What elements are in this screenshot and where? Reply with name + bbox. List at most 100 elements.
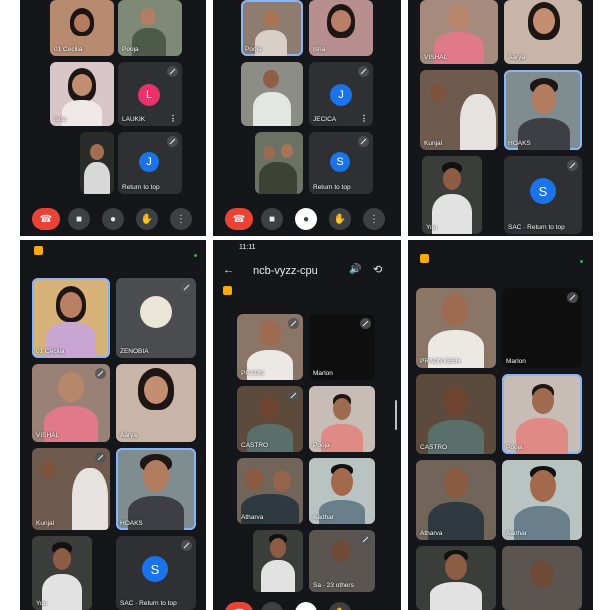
participant-tile[interactable]: Marlon xyxy=(502,288,582,368)
mic-off-icon xyxy=(288,318,299,329)
participant-tile[interactable]: HOAKS xyxy=(504,70,582,150)
participant-tile[interactable]: Aarya xyxy=(504,0,582,64)
more-options-icon: ⋮ xyxy=(369,213,379,225)
participant-tile[interactable]: Isha xyxy=(309,0,373,56)
avatar: J xyxy=(330,84,352,106)
meet-panel-bottom-right: PRADNYESH Marlon CASTRO Pooja Atharva Aa… xyxy=(408,240,593,610)
participant-tile[interactable]: VISHAL xyxy=(420,0,498,64)
return-to-top-link[interactable]: Return to top xyxy=(122,184,160,191)
return-to-top-link[interactable]: Return to top xyxy=(313,184,351,191)
participant-tile[interactable]: L LAUKIK ⋮ xyxy=(118,62,182,126)
participant-tile[interactable]: ZENOBIA xyxy=(116,278,196,358)
participant-name: SAC · Return to top xyxy=(508,224,565,231)
participant-tile[interactable]: Aadhar xyxy=(309,458,375,524)
mic-button[interactable]: ● xyxy=(295,208,317,230)
participant-tile[interactable]: PRADN xyxy=(237,314,303,380)
participant-name: Sa · 23 others xyxy=(313,582,354,589)
others-tile[interactable]: Sa · 23 others xyxy=(309,530,375,592)
participant-tile[interactable]: J JECICA ⋮ xyxy=(309,62,373,126)
participant-name: Marlon xyxy=(313,370,333,377)
participant-tile-self[interactable]: You xyxy=(32,536,92,610)
participant-name: CASTRO xyxy=(241,442,269,449)
mic-off-icon xyxy=(567,292,578,303)
mic-off-icon xyxy=(181,540,192,551)
chat-icon[interactable] xyxy=(223,286,232,295)
camera-icon: ■ xyxy=(268,213,276,225)
participant-tile[interactable]: Isha xyxy=(50,62,114,126)
participant-tile[interactable]: CASTRO xyxy=(416,374,496,454)
participant-name: Atharva xyxy=(420,530,443,537)
mic-off-icon xyxy=(358,136,369,147)
participant-tile[interactable]: 01 Cecilia xyxy=(50,0,114,56)
participant-tile[interactable]: 01 Cecilia xyxy=(32,278,110,358)
raise-hand-button[interactable]: ✋ xyxy=(329,602,351,610)
raise-hand-button[interactable]: ✋ xyxy=(329,208,351,230)
camera-button[interactable]: ■ xyxy=(261,208,283,230)
end-call-button[interactable]: ☎ xyxy=(225,208,253,230)
end-call-button[interactable]: ☎ xyxy=(225,602,253,610)
participant-tile[interactable]: Atharva xyxy=(237,458,303,524)
participant-tile-self[interactable] xyxy=(416,546,496,610)
others-count[interactable]: 23 others xyxy=(327,582,354,589)
participant-tile[interactable]: S SAC · Return to top xyxy=(504,156,582,234)
chat-icon[interactable] xyxy=(34,246,43,255)
participant-tile[interactable]: Pooja xyxy=(118,0,182,56)
volume-icon[interactable]: 🔊 xyxy=(349,264,361,275)
chat-icon[interactable] xyxy=(420,254,429,263)
return-to-top-link[interactable]: Return to top xyxy=(139,600,177,607)
participant-name: Pooja xyxy=(313,442,330,449)
mic-off-icon xyxy=(95,452,106,463)
participant-tile[interactable]: Pooja xyxy=(241,0,303,56)
mic-off-icon xyxy=(360,534,371,545)
participant-tile-self[interactable] xyxy=(255,132,303,194)
participant-tile-self[interactable] xyxy=(80,132,114,194)
camera-button[interactable]: ■ xyxy=(261,602,283,610)
avatar xyxy=(140,296,172,328)
participant-tile[interactable]: Aarya xyxy=(116,364,196,442)
status-dot xyxy=(194,254,197,257)
return-to-top-link[interactable]: Return to top xyxy=(527,224,565,231)
mic-button[interactable]: ● xyxy=(102,208,124,230)
more-options-icon[interactable]: ⋮ xyxy=(360,115,368,123)
mic-icon: ● xyxy=(109,213,117,225)
participant-tile[interactable]: J Return to top xyxy=(118,132,182,194)
participant-tile[interactable]: Aadhar xyxy=(502,460,582,540)
participant-tile[interactable] xyxy=(241,62,303,126)
participant-tile[interactable]: S Return to top xyxy=(309,132,373,194)
more-options-icon[interactable]: ⋮ xyxy=(169,115,177,123)
participant-name: Isha xyxy=(313,46,326,53)
camera-icon: ■ xyxy=(75,213,83,225)
more-options-button[interactable]: ⋮ xyxy=(363,208,385,230)
participant-tile[interactable]: CASTRO xyxy=(237,386,303,452)
participant-tile[interactable]: Kunjal xyxy=(420,70,498,150)
participant-tile[interactable]: Pooja xyxy=(502,374,582,454)
camera-button[interactable]: ■ xyxy=(68,208,90,230)
end-call-button[interactable]: ☎ xyxy=(32,208,60,230)
switch-camera-icon[interactable]: ⟲ xyxy=(373,263,382,276)
avatar: L xyxy=(138,84,160,106)
raise-hand-button[interactable]: ✋ xyxy=(136,208,158,230)
participant-tile[interactable]: VISHAL xyxy=(32,364,110,442)
participant-name: ZENOBIA xyxy=(120,348,149,355)
participant-tile[interactable]: Pooja xyxy=(309,386,375,452)
participant-tile[interactable]: Kunjal xyxy=(32,448,110,530)
mic-off-icon xyxy=(567,160,578,171)
more-options-button[interactable]: ⋮ xyxy=(170,208,192,230)
participant-tile[interactable]: S SAC · Return to top xyxy=(116,536,196,610)
participant-tile-self[interactable] xyxy=(253,530,303,592)
participant-tile[interactable] xyxy=(502,546,582,610)
mic-button[interactable]: ● xyxy=(295,602,317,610)
participant-tile-self[interactable]: You xyxy=(422,156,482,234)
mic-off-icon xyxy=(288,390,299,401)
participant-tile[interactable]: Marlon xyxy=(309,314,375,380)
participant-name: Aadhar xyxy=(313,514,334,521)
participant-name: HOAKS xyxy=(508,140,531,147)
scrollbar[interactable] xyxy=(395,400,397,430)
participant-name: SAC · Return to top xyxy=(120,600,177,607)
participant-tile[interactable]: PRADNYESH xyxy=(416,288,496,368)
participant-tile[interactable]: HOAKS xyxy=(116,448,196,530)
participant-tile[interactable]: Atharva xyxy=(416,460,496,540)
back-arrow-icon[interactable]: ← xyxy=(223,264,234,276)
meet-panel-top-right: VISHAL Aarya Kunjal HOAKS You S SAC · Re… xyxy=(408,0,593,236)
mic-off-icon xyxy=(167,66,178,77)
